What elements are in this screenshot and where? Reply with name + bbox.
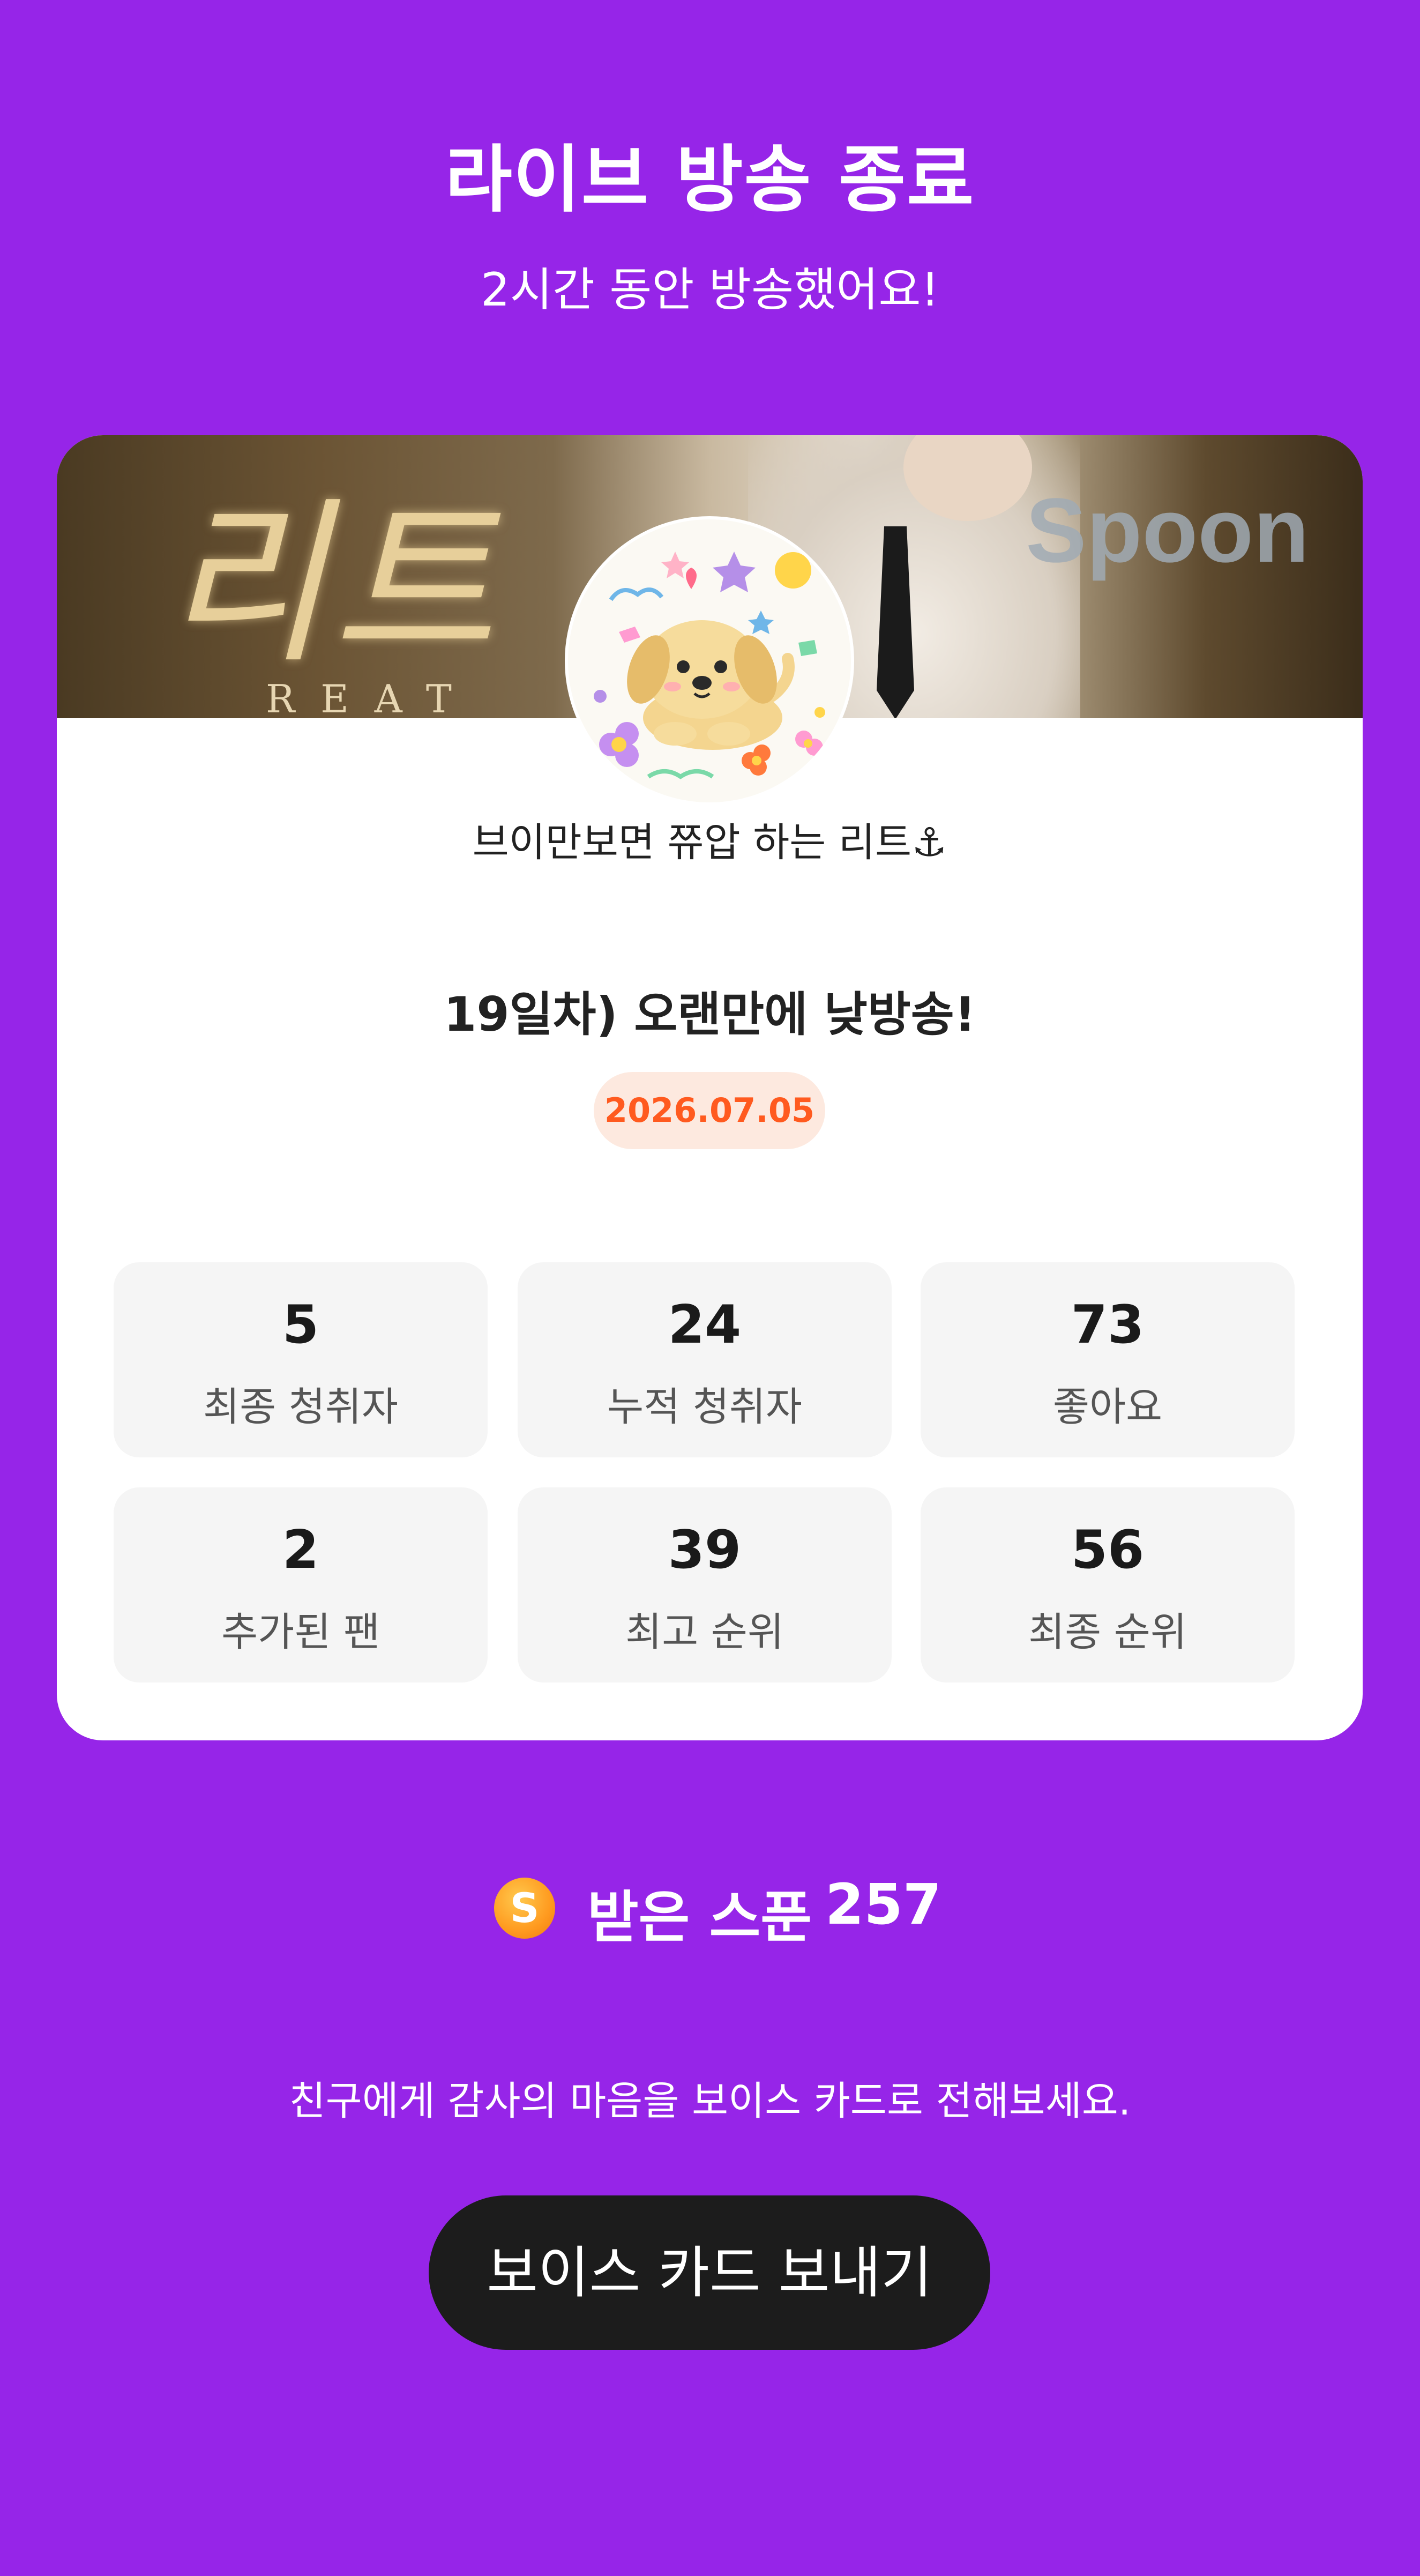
stat-value: 39 [668, 1520, 742, 1581]
spoon-logo: Spoon [1026, 480, 1309, 582]
stat-value: 56 [1071, 1520, 1145, 1581]
stat-best-rank: 39 최고 순위 [518, 1487, 892, 1682]
voice-card-prompt: 친구에게 감사의 마음을 보이스 카드로 전해보세요. [289, 2078, 1131, 2124]
stat-label: 최종 청취자 [203, 1384, 398, 1430]
stat-value: 2 [282, 1520, 319, 1581]
page-title: 라이브 방송 종료 [445, 138, 975, 222]
stat-label: 최고 순위 [625, 1609, 784, 1655]
avatar [568, 519, 851, 802]
stat-value: 73 [1071, 1294, 1145, 1356]
send-voice-card-button[interactable]: 보이스 카드 보내기 [429, 2195, 990, 2350]
streamer-name: 브이만보면 쮸압 하는 리트⚓ [472, 820, 947, 866]
stat-value: 5 [282, 1294, 319, 1356]
received-spoons-label: 받은 스푼 [587, 1885, 812, 1950]
broadcast-date-badge: 2026.07.05 [594, 1072, 825, 1149]
stat-value: 24 [668, 1294, 742, 1356]
received-spoons-count: 257 [825, 1872, 942, 1937]
stat-label: 최종 순위 [1028, 1609, 1187, 1655]
stat-label: 누적 청취자 [607, 1384, 802, 1430]
stat-likes: 73 좋아요 [921, 1262, 1295, 1457]
banner-subtitle: REAT [266, 676, 477, 718]
banner-title: 리트 [164, 481, 500, 687]
spoon-coin-icon: S [494, 1878, 555, 1939]
stat-new-fans: 2 추가된 팬 [114, 1487, 488, 1682]
stat-final-rank: 56 최종 순위 [921, 1487, 1295, 1682]
stat-label: 좋아요 [1052, 1384, 1163, 1430]
puppy-avatar-icon [568, 519, 851, 802]
stat-total-listeners: 24 누적 청취자 [518, 1262, 892, 1457]
stat-final-listeners: 5 최종 청취자 [114, 1262, 488, 1457]
broadcast-summary-card: 리트 REAT Spoon 브이만보면 쮸압 하는 리트⚓ 19일차) 오랜만에… [57, 435, 1363, 1740]
broadcast-duration: 2시간 동안 방송했어요! [481, 263, 939, 317]
stat-label: 추가된 팬 [221, 1609, 380, 1655]
broadcast-title: 19일차) 오랜만에 낮방송! [444, 987, 976, 1042]
